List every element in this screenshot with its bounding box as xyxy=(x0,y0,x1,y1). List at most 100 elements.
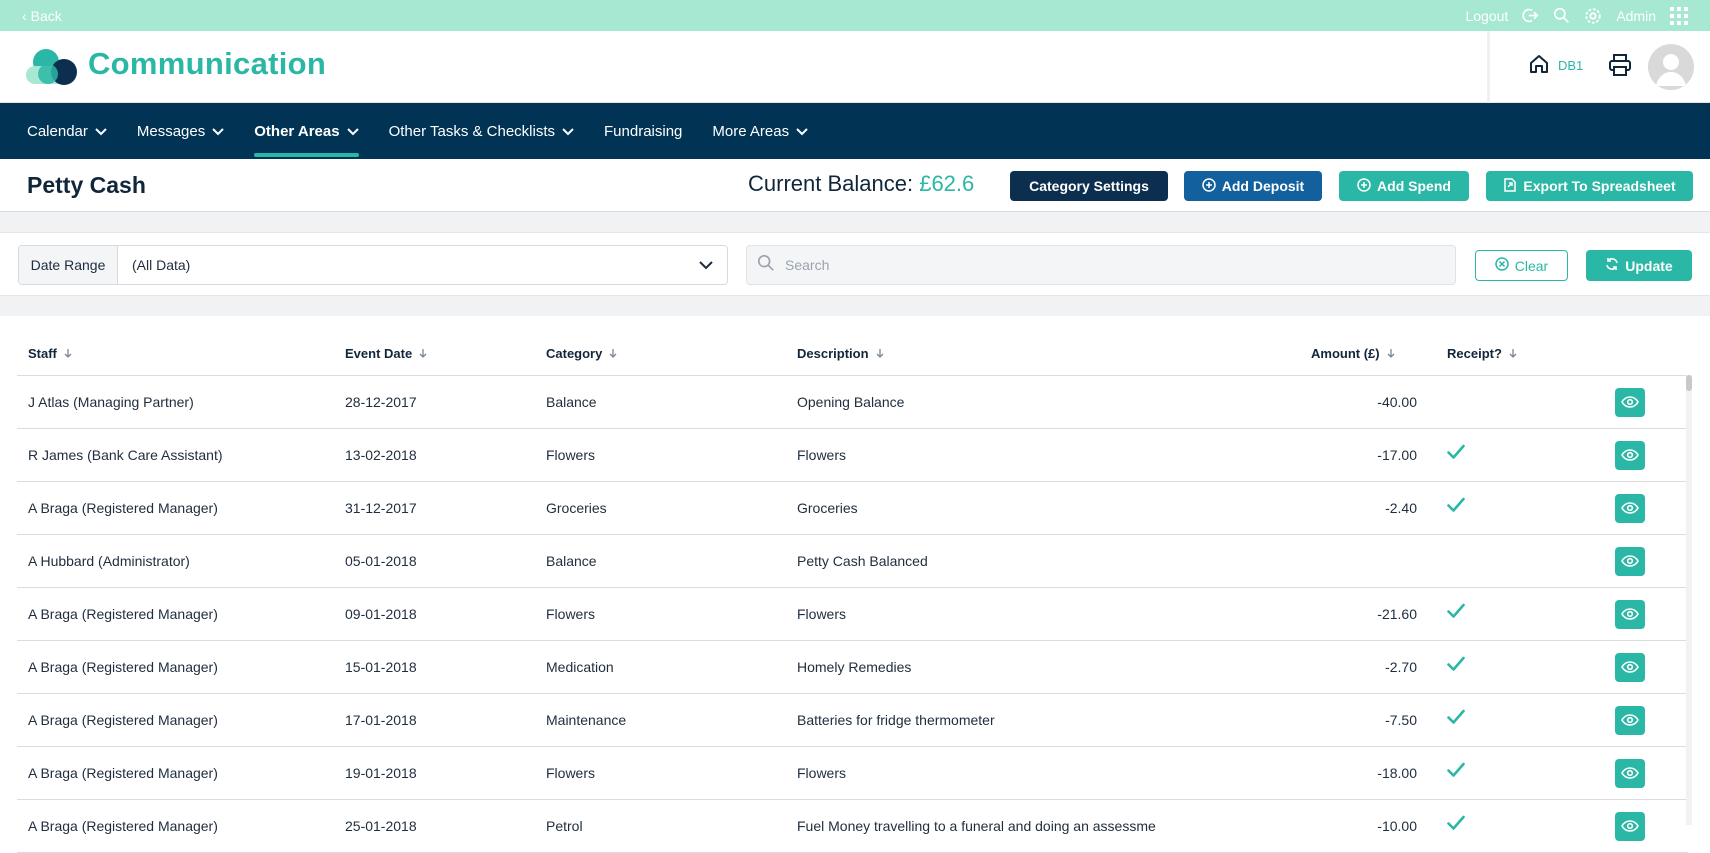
cell-event-date: 19-01-2018 xyxy=(345,765,417,781)
cell-event-date: 17-01-2018 xyxy=(345,712,417,728)
cell-amount: -7.50 xyxy=(1385,712,1417,728)
cell-description: Homely Remedies xyxy=(797,659,912,675)
logout-icon[interactable] xyxy=(1522,7,1539,24)
receipt-check-icon xyxy=(1447,656,1465,675)
scrollbar-thumb[interactable] xyxy=(1686,375,1692,391)
gear-icon[interactable] xyxy=(1584,7,1602,25)
cell-staff: A Hubbard (Administrator) xyxy=(28,553,190,569)
cell-category: Flowers xyxy=(546,447,596,463)
logout-link[interactable]: Logout xyxy=(1465,8,1508,24)
chevron-down-icon xyxy=(212,123,224,140)
export-file-icon xyxy=(1503,177,1517,195)
column-event-date[interactable]: Event Date xyxy=(345,346,428,361)
update-button[interactable]: Update xyxy=(1586,250,1692,281)
view-button[interactable] xyxy=(1615,653,1645,682)
receipt-check-icon xyxy=(1447,762,1465,781)
location-switcher[interactable]: DB1 xyxy=(1528,53,1583,78)
printer-icon[interactable] xyxy=(1608,53,1632,82)
table-row: A Braga (Registered Manager) 19-01-2018 … xyxy=(17,747,1688,800)
column-event-date-label: Event Date xyxy=(345,346,413,361)
nav-more-areas[interactable]: More Areas xyxy=(712,103,808,159)
balance-label: Current Balance: xyxy=(748,171,920,196)
clear-button[interactable]: Clear xyxy=(1475,250,1568,281)
cell-category: Flowers xyxy=(546,765,596,781)
filter-area: Date Range (All Data) Clear Update xyxy=(0,212,1710,316)
nav-fundraising-label: Fundraising xyxy=(604,122,683,140)
app-logo[interactable] xyxy=(26,48,78,86)
cell-description: Petty Cash Balanced xyxy=(797,553,928,569)
cell-category: Medication xyxy=(546,659,614,675)
eye-icon xyxy=(1621,607,1639,623)
chevron-down-icon xyxy=(95,123,107,140)
cell-category: Balance xyxy=(546,553,597,569)
column-receipt[interactable]: Receipt? xyxy=(1447,346,1518,361)
cell-category: Maintenance xyxy=(546,712,627,728)
view-button[interactable] xyxy=(1615,494,1645,523)
view-button[interactable] xyxy=(1615,547,1645,576)
sort-arrow-icon xyxy=(418,346,428,361)
view-button[interactable] xyxy=(1615,812,1645,841)
nav-calendar[interactable]: Calendar xyxy=(27,103,107,159)
add-deposit-label: Add Deposit xyxy=(1221,178,1305,194)
view-button[interactable] xyxy=(1615,759,1645,788)
balance-value: £62.6 xyxy=(919,171,975,196)
cell-event-date: 05-01-2018 xyxy=(345,553,417,569)
column-description[interactable]: Description xyxy=(797,346,885,361)
nav-messages[interactable]: Messages xyxy=(137,103,224,159)
clear-label: Clear xyxy=(1514,257,1549,274)
nav-other-tasks[interactable]: Other Tasks & Checklists xyxy=(389,103,574,159)
cell-staff: A Braga (Registered Manager) xyxy=(28,712,218,728)
table-header: Staff Event Date Category Description Am… xyxy=(17,330,1688,376)
column-description-label: Description xyxy=(797,346,869,361)
avatar[interactable] xyxy=(1648,44,1694,90)
table-row: A Braga (Registered Manager) 17-01-2018 … xyxy=(17,694,1688,747)
refresh-icon xyxy=(1605,257,1619,274)
view-button[interactable] xyxy=(1615,388,1645,417)
nav-other-areas[interactable]: Other Areas xyxy=(254,103,359,159)
cell-event-date: 31-12-2017 xyxy=(345,500,417,516)
search-input[interactable] xyxy=(785,257,1425,273)
cell-staff: A Braga (Registered Manager) xyxy=(28,606,218,622)
add-spend-button[interactable]: Add Spend xyxy=(1339,171,1469,201)
cell-category: Groceries xyxy=(546,500,607,516)
app-title: Communication xyxy=(88,46,327,81)
table-scrollbar[interactable] xyxy=(1686,375,1692,825)
search-field[interactable] xyxy=(746,245,1456,285)
cell-event-date: 13-02-2018 xyxy=(345,447,417,463)
column-category[interactable]: Category xyxy=(546,346,618,361)
table-row: R James (Bank Care Assistant) 13-02-2018… xyxy=(17,429,1688,482)
date-range-dropdown[interactable]: (All Data) xyxy=(118,246,727,284)
column-amount[interactable]: Amount (£) xyxy=(1311,346,1396,361)
apps-grid-icon[interactable] xyxy=(1670,6,1688,25)
eye-icon xyxy=(1621,660,1639,676)
sort-arrow-icon xyxy=(875,346,885,361)
back-link[interactable]: ‹ Back xyxy=(22,8,62,24)
table-row: A Braga (Registered Manager) 15-01-2018 … xyxy=(17,641,1688,694)
nav-fundraising[interactable]: Fundraising xyxy=(604,103,682,159)
view-button[interactable] xyxy=(1615,441,1645,470)
date-range-select[interactable]: Date Range (All Data) xyxy=(18,245,728,285)
view-button[interactable] xyxy=(1615,706,1645,735)
cell-staff: A Braga (Registered Manager) xyxy=(28,818,218,834)
view-button[interactable] xyxy=(1615,600,1645,629)
nav-other-tasks-label: Other Tasks & Checklists xyxy=(388,122,556,140)
location-code: DB1 xyxy=(1558,58,1584,73)
table-row: A Hubbard (Administrator) 05-01-2018 Bal… xyxy=(17,535,1688,588)
cell-description: Flowers xyxy=(797,606,847,622)
column-staff[interactable]: Staff xyxy=(28,346,73,361)
update-label: Update xyxy=(1625,257,1673,274)
chevron-down-icon xyxy=(562,123,574,140)
search-icon[interactable] xyxy=(1553,7,1570,24)
filter-panel: Date Range (All Data) Clear Update xyxy=(0,232,1710,296)
cell-description: Groceries xyxy=(797,500,858,516)
user-label[interactable]: Admin xyxy=(1616,8,1656,24)
search-icon xyxy=(757,254,775,277)
add-deposit-button[interactable]: Add Deposit xyxy=(1184,171,1322,201)
cell-category: Petrol xyxy=(546,818,583,834)
export-spreadsheet-button[interactable]: Export To Spreadsheet xyxy=(1486,171,1693,201)
cell-description: Batteries for fridge thermometer xyxy=(797,712,995,728)
header-divider xyxy=(1487,31,1490,103)
cell-description: Flowers xyxy=(797,765,847,781)
column-receipt-label: Receipt? xyxy=(1447,346,1502,361)
category-settings-button[interactable]: Category Settings xyxy=(1010,171,1168,201)
